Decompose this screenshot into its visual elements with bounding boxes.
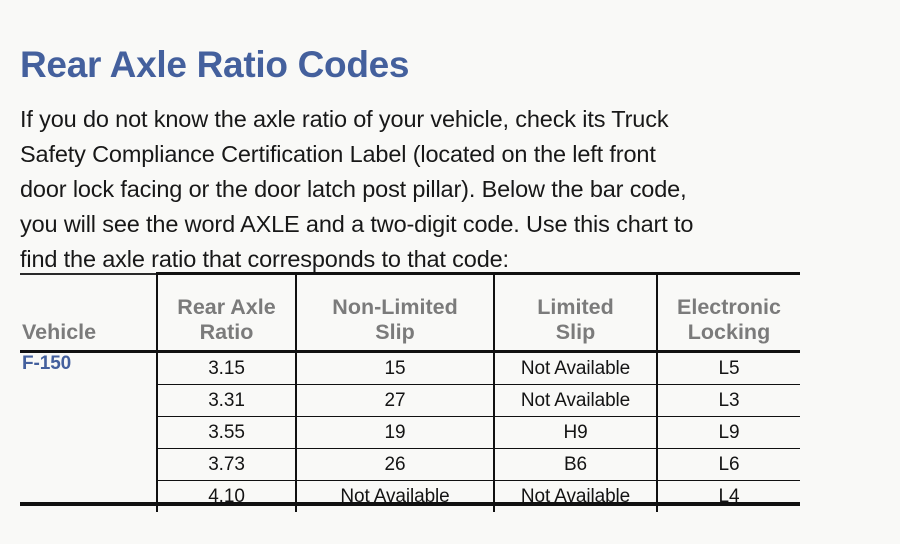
column-header-line: Electronic — [677, 295, 781, 319]
intro-line: Safety Compliance Certification Label (l… — [20, 140, 656, 167]
cell-limited-slip: Not Available — [493, 384, 657, 417]
cell-non-limited-slip: 27 — [295, 384, 494, 417]
column-header-non-limited-slip: Non-Limited Slip — [295, 272, 494, 353]
cell-non-limited-slip: 15 — [295, 351, 494, 385]
column-header-line: Limited — [537, 295, 614, 319]
cell-electronic-locking: L5 — [656, 351, 800, 385]
intro-line: If you do not know the axle ratio of you… — [20, 105, 669, 132]
table-bottom-rule — [20, 502, 800, 506]
cell-rear-axle-ratio: 4.10 — [156, 480, 296, 512]
cell-limited-slip: Not Available — [493, 480, 657, 512]
cell-electronic-locking: L6 — [656, 448, 800, 481]
intro-paragraph: If you do not know the axle ratio of you… — [20, 102, 810, 277]
table-row: 3.73 26 B6 L6 — [20, 448, 800, 481]
cell-vehicle: F-150 — [20, 351, 157, 385]
table-row: F-150 3.15 15 Not Available L5 — [20, 351, 800, 385]
cell-vehicle — [20, 448, 157, 481]
column-header-line: Rear Axle — [177, 295, 276, 319]
page-title: Rear Axle Ratio Codes — [20, 43, 410, 85]
cell-rear-axle-ratio: 3.15 — [156, 351, 296, 385]
intro-line: you will see the word AXLE and a two-dig… — [20, 210, 694, 237]
intro-line: door lock facing or the door latch post … — [20, 175, 687, 202]
axle-ratio-table-container: Vehicle Rear Axle Ratio Non-Limited Slip… — [20, 272, 800, 512]
column-header-limited-slip: Limited Slip — [493, 272, 657, 353]
cell-limited-slip: H9 — [493, 416, 657, 449]
cell-non-limited-slip: 19 — [295, 416, 494, 449]
column-header-line: Vehicle — [22, 320, 97, 344]
table-header-row: Vehicle Rear Axle Ratio Non-Limited Slip… — [20, 272, 800, 353]
table-row: 3.55 19 H9 L9 — [20, 416, 800, 449]
cell-electronic-locking: L3 — [656, 384, 800, 417]
column-header-line: Locking — [687, 320, 771, 344]
cell-non-limited-slip: Not Available — [295, 480, 494, 512]
cell-limited-slip: B6 — [493, 448, 657, 481]
cell-electronic-locking: L4 — [656, 480, 800, 512]
column-header-vehicle: Vehicle — [20, 272, 157, 353]
cell-rear-axle-ratio: 3.31 — [156, 384, 296, 417]
cell-non-limited-slip: 26 — [295, 448, 494, 481]
page-root: Rear Axle Ratio Codes If you do not know… — [0, 0, 900, 544]
column-header-line: Non-Limited — [332, 295, 458, 319]
column-header-line: Ratio — [199, 320, 254, 344]
table-row: 3.31 27 Not Available L3 — [20, 384, 800, 417]
cell-electronic-locking: L9 — [656, 416, 800, 449]
cell-rear-axle-ratio: 3.55 — [156, 416, 296, 449]
cell-rear-axle-ratio: 3.73 — [156, 448, 296, 481]
column-header-line: Slip — [375, 320, 415, 344]
axle-ratio-table: Vehicle Rear Axle Ratio Non-Limited Slip… — [20, 272, 800, 512]
table-body: F-150 3.15 15 Not Available L5 3.31 27 N… — [20, 351, 800, 512]
table-header: Vehicle Rear Axle Ratio Non-Limited Slip… — [20, 272, 800, 353]
column-header-line: Slip — [555, 320, 596, 344]
column-header-electronic-locking: Electronic Locking — [656, 272, 800, 353]
column-header-rear-axle-ratio: Rear Axle Ratio — [156, 272, 296, 353]
cell-vehicle — [20, 384, 157, 417]
table-row: 4.10 Not Available Not Available L4 — [20, 480, 800, 512]
cell-limited-slip: Not Available — [493, 351, 657, 385]
cell-vehicle — [20, 480, 157, 512]
cell-vehicle — [20, 416, 157, 449]
